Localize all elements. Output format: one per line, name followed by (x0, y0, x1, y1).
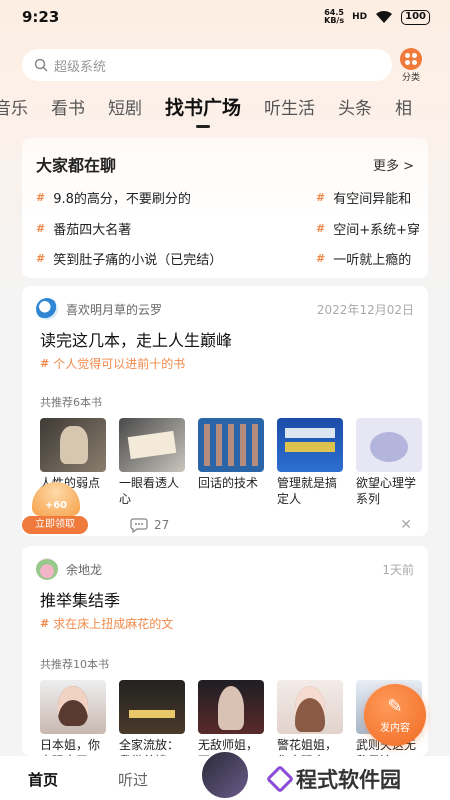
claim-button[interactable]: 立即领取 (22, 516, 88, 534)
search-row: 超级系统 分类 (22, 46, 432, 84)
hash-icon: # (36, 252, 46, 265)
post-header: 喜欢明月草的云罗 2022年12月02日 (22, 286, 428, 320)
avatar[interactable] (36, 298, 58, 320)
top-tabs: 音乐 看书 短剧 找书广场 听生活 头条 相 (0, 88, 435, 128)
watermark-logo-icon (265, 764, 295, 794)
book-cover (198, 418, 264, 472)
hash-icon: # (316, 222, 326, 235)
chat-card: 大家都在聊 更多 > #9.8的高分，不要刷分的 # 有空间异能和 # 番茄四大名著… (22, 138, 428, 278)
comment-icon[interactable] (130, 517, 148, 533)
book-item[interactable]: 全家流放：我带着嫂… (119, 680, 185, 756)
hash-icon: # (40, 357, 50, 370)
topics-list: #9.8的高分，不要刷分的 # 有空间异能和 # 番茄四大名著 # 空间+系统+穿 #… (36, 186, 428, 276)
hash-icon: # (316, 191, 326, 204)
search-input[interactable]: 超级系统 (22, 49, 392, 81)
book-title: 全家流放：我带着嫂… (119, 738, 180, 756)
book-item[interactable]: 欲望心理学系列 (356, 418, 422, 507)
topic-item[interactable]: # 番茄四大名著 (36, 219, 131, 238)
book-item[interactable]: 无敌师姐，不要停 (198, 680, 264, 756)
close-icon[interactable]: ✕ (400, 517, 412, 533)
tab-read[interactable]: 看书 (51, 94, 85, 119)
book-cover (277, 418, 343, 472)
reward-widget[interactable]: +60 立即领取 (22, 482, 88, 534)
tab-music[interactable]: 音乐 (0, 94, 28, 119)
search-icon (34, 58, 48, 72)
category-button[interactable]: 分类 (400, 47, 422, 83)
now-playing-cover[interactable] (200, 750, 250, 800)
post-date: 2022年12月02日 (316, 302, 414, 317)
comment-count: 27 (154, 518, 170, 532)
tab-listen-life[interactable]: 听生活 (264, 94, 315, 119)
chat-title: 大家都在聊 (36, 156, 117, 175)
category-label: 分类 (401, 72, 420, 83)
status-time: 9:23 (22, 8, 60, 26)
user-name[interactable]: 余地龙 (66, 561, 382, 578)
book-cover (119, 418, 185, 472)
post-header: 余地龙 1天前 (22, 546, 428, 580)
book-title: 日本姐，你太强大了… (40, 738, 101, 756)
recommend-count: 共推荐6本书 (40, 396, 102, 409)
status-icons: 64.5 KB/s HD 100 (324, 9, 430, 25)
hash-icon: # (40, 617, 50, 630)
tab-partial[interactable]: 相 (395, 94, 412, 119)
tab-find-books[interactable]: 找书广场 (165, 93, 241, 128)
hash-icon: # (36, 191, 46, 204)
more-link[interactable]: 更多 > (373, 155, 414, 174)
book-cover (277, 680, 343, 734)
signal-icon: HD (352, 12, 368, 22)
book-cover (356, 418, 422, 472)
watermark-text: 程式软件园 (296, 768, 401, 792)
net-speed: 64.5 KB/s (324, 9, 344, 25)
book-title: 回话的技术 (198, 476, 259, 490)
book-title: 管理就是搞定人 (277, 476, 338, 506)
book-cover (119, 680, 185, 734)
book-title: 欲望心理学系列 (356, 476, 417, 506)
post-title: 读完这几本，走上人生巅峰 (40, 331, 233, 350)
book-title: 一眼看透人心 (119, 476, 180, 506)
book-cover (40, 418, 106, 472)
topic-item[interactable]: #9.8的高分，不要刷分的 (36, 188, 191, 207)
post-date: 1天前 (382, 562, 414, 577)
user-name[interactable]: 喜欢明月草的云罗 (66, 301, 317, 318)
book-cover (198, 680, 264, 734)
hash-icon: # (36, 222, 46, 235)
topic-item[interactable]: # 有空间异能和 (316, 188, 411, 207)
status-bar: 9:23 64.5 KB/s HD 100 (0, 0, 450, 34)
coin-icon: +60 (32, 482, 80, 516)
book-item[interactable]: 日本姐，你太强大了… (40, 680, 106, 756)
net-speed-unit: KB/s (324, 16, 345, 25)
chat-header: 大家都在聊 更多 > (22, 138, 428, 178)
tab-short-drama[interactable]: 短剧 (108, 94, 142, 119)
nav-home[interactable]: 首页 (28, 769, 58, 790)
battery-icon: 100 (401, 9, 430, 25)
pen-icon: ✎ (387, 695, 403, 717)
avatar[interactable] (36, 558, 58, 580)
recommend-count: 共推荐10本书 (40, 658, 109, 671)
tab-headlines[interactable]: 头条 (338, 94, 372, 119)
watermark: 程式软件园 (265, 764, 401, 794)
post-content-label: 发内容 (380, 722, 410, 734)
post-subtitle: # 个人觉得可以进前十的书 (40, 357, 186, 371)
wifi-icon (376, 10, 393, 23)
book-item[interactable]: 回话的技术 (198, 418, 264, 507)
book-title: 警花姐姐，你太强大… (277, 738, 338, 756)
topic-item[interactable]: # 笑到肚子痛的小说（已完结） (36, 249, 222, 268)
book-cover (40, 680, 106, 734)
book-item[interactable]: 管理就是搞定人 (277, 418, 343, 507)
book-item[interactable]: 一眼看透人心 (119, 418, 185, 507)
hash-icon: # (316, 252, 326, 265)
category-grid-icon (400, 47, 422, 70)
search-placeholder: 超级系统 (54, 59, 107, 75)
bottom-nav: 首页 听过 程式软件园 (0, 750, 450, 800)
book-item[interactable]: 警花姐姐，你太强大… (277, 680, 343, 756)
topic-item[interactable]: # 空间+系统+穿 (316, 219, 420, 238)
post-subtitle: # 求在床上扭成麻花的文 (40, 617, 174, 631)
post-content-button[interactable]: ✎ 发内容 (364, 684, 426, 746)
topic-item[interactable]: # 一听就上瘾的 (316, 249, 411, 268)
post-title: 推举集结季 (40, 591, 121, 610)
nav-listened[interactable]: 听过 (118, 769, 148, 790)
